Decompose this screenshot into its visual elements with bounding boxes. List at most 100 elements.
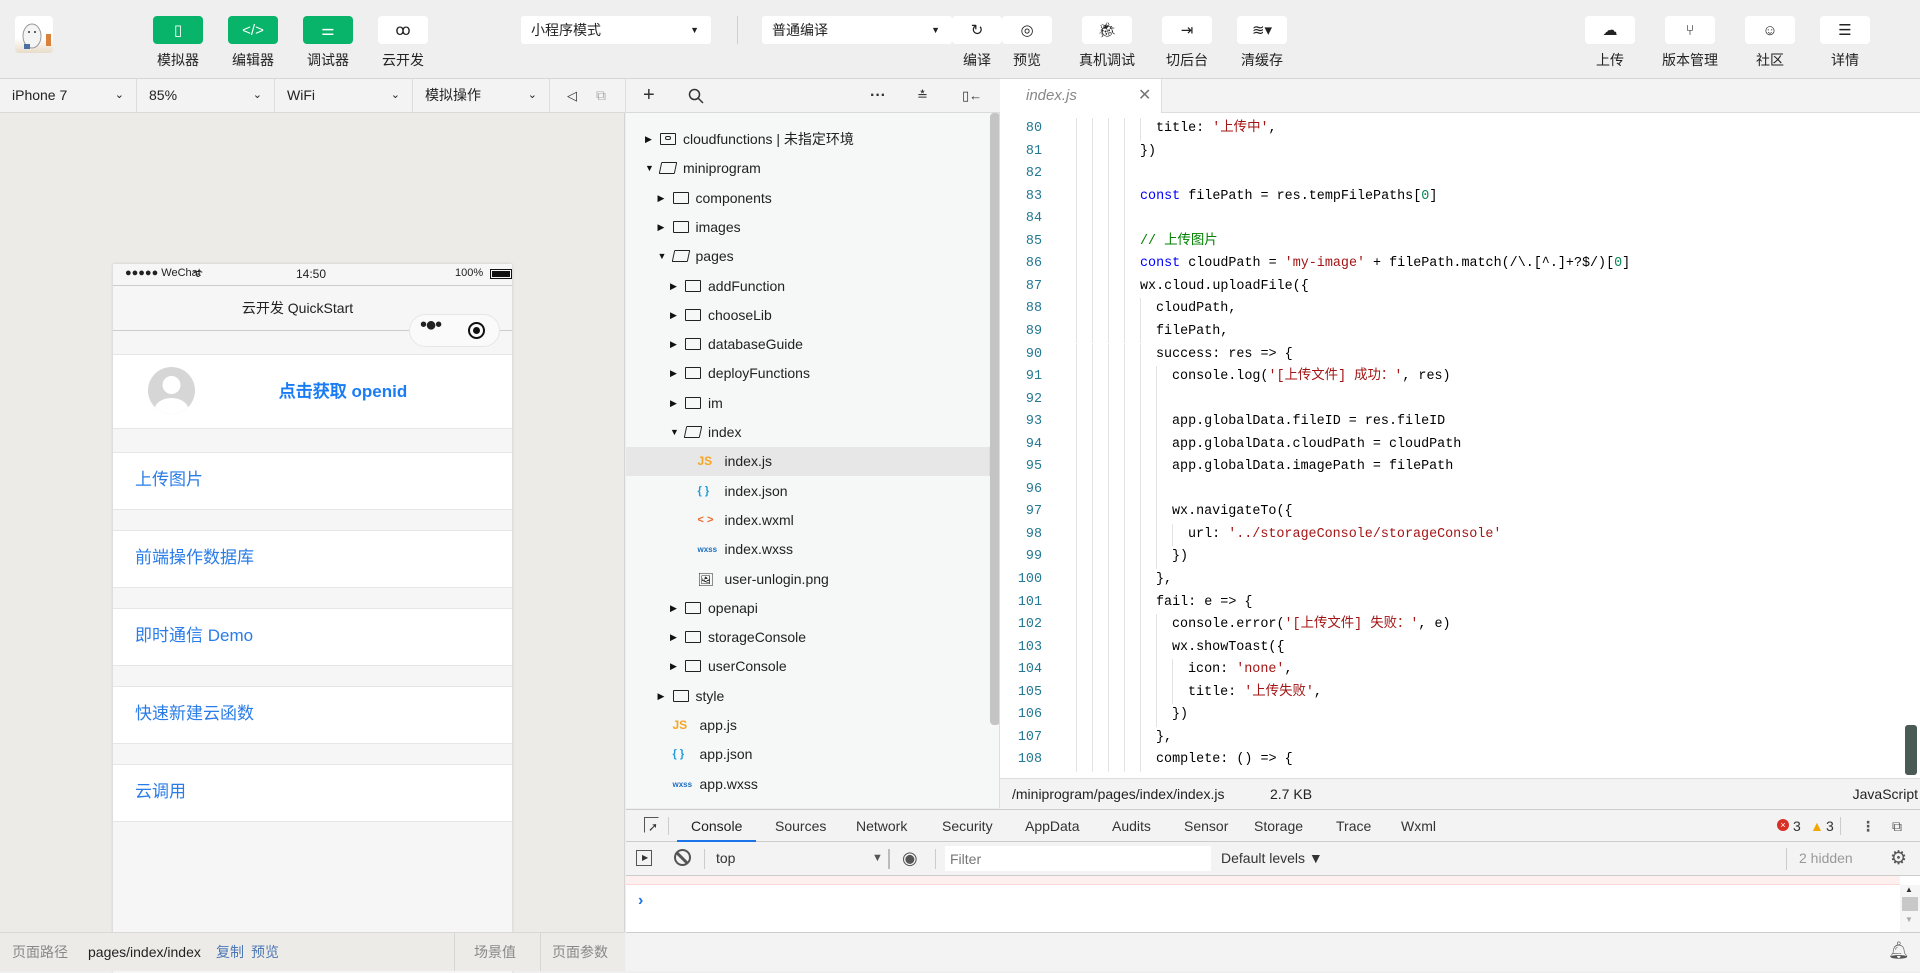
context-select[interactable]: top ▼ [706, 842, 888, 875]
tab-audits[interactable]: Audits [1112, 810, 1151, 842]
tree-item[interactable]: ▶ im [626, 389, 990, 418]
caret-right-icon[interactable]: ▶ [670, 652, 677, 681]
toolbar-button-5[interactable]: ≋▾ [1237, 16, 1287, 44]
caret-right-icon[interactable]: ▶ [658, 682, 665, 711]
caret-right-icon[interactable]: ▶ [670, 594, 677, 623]
tree-item[interactable]: ▶ chooseLib [626, 301, 990, 330]
capsule-menu[interactable]: •●• [409, 314, 500, 347]
more-icon[interactable]: ··· [870, 79, 886, 112]
tree-item[interactable]: ▼ index [626, 418, 990, 447]
toolbar-button-1[interactable]: ↻ [952, 16, 1002, 44]
compile-select[interactable]: 普通编译 ▼ [762, 16, 952, 44]
error-icon[interactable]: × [1777, 819, 1789, 831]
preview-link[interactable]: 预览 [251, 933, 279, 971]
caret-down-icon[interactable]: ▼ [645, 154, 654, 183]
tree-item[interactable]: ▼ pages [626, 242, 990, 271]
toolbar-button-3[interactable]: ☺ [1745, 16, 1795, 44]
tree-scrollbar[interactable] [990, 113, 999, 725]
caret-right-icon[interactable]: ▶ [658, 213, 665, 242]
console-output[interactable]: › ▲ ▼ [626, 876, 1920, 933]
caret-down-icon[interactable]: ▼ [658, 242, 667, 271]
menu-card[interactable]: 云调用 [113, 764, 512, 822]
mode-select[interactable]: 小程序模式 ▼ [521, 16, 711, 44]
scroll-down-icon[interactable]: ▼ [1905, 915, 1913, 924]
inspect-icon[interactable]: ➚ [644, 817, 659, 834]
add-file-icon[interactable]: + [643, 79, 655, 112]
error-count[interactable]: 3 [1793, 810, 1801, 842]
get-openid-button[interactable]: 点击获取 openid [223, 355, 463, 428]
sidebar-toggle-icon[interactable]: ▶ [636, 850, 652, 866]
tree-item[interactable]: { } app.json [626, 740, 990, 769]
page-params-button[interactable]: 页面参数 [552, 933, 608, 971]
toolbar-button-2[interactable]: ⑂ [1665, 16, 1715, 44]
tab-network[interactable]: Network [856, 810, 907, 842]
more-dots-icon[interactable]: •●• [420, 303, 442, 348]
tree-item[interactable]: { } index.json [626, 477, 990, 506]
tab-security[interactable]: Security [942, 810, 993, 842]
close-icon[interactable]: ✕ [1138, 79, 1151, 113]
tab-trace[interactable]: Trace [1336, 810, 1371, 842]
tree-item[interactable]: ▶ addFunction [626, 272, 990, 301]
tab-storage[interactable]: Storage [1254, 810, 1303, 842]
tree-item[interactable]: wxss index.wxss [626, 535, 990, 564]
tab-appdata[interactable]: AppData [1025, 810, 1079, 842]
caret-right-icon[interactable]: ▶ [645, 125, 652, 154]
tree-item[interactable]: ▶ openapi [626, 594, 990, 623]
tree-item[interactable]: ▶ components [626, 184, 990, 213]
caret-right-icon[interactable]: ▶ [670, 623, 677, 652]
console-prompt[interactable]: › [638, 892, 643, 910]
minimap-indicator[interactable] [1905, 725, 1917, 775]
tree-item[interactable]: ▶ databaseGuide [626, 330, 990, 359]
toolbar-button-2[interactable]: ◎ [1002, 16, 1052, 44]
speaker-icon[interactable]: ◁ [567, 79, 577, 112]
tree-item[interactable]: < > index.wxml [626, 506, 990, 535]
language-mode[interactable]: JavaScript [1853, 779, 1918, 809]
tree-item[interactable]: ▶ images [626, 213, 990, 242]
bell-icon[interactable]: 🔔︎ [1888, 941, 1910, 961]
tree-item[interactable]: ▼ miniprogram [626, 154, 990, 183]
menu-card[interactable]: 即时通信 Demo [113, 608, 512, 666]
tab-wxml[interactable]: Wxml [1401, 810, 1436, 842]
toolbar-button-2[interactable]: </> [228, 16, 278, 44]
tree-item[interactable]: JS index.js [626, 447, 990, 477]
scene-value-button[interactable]: 场景值 [474, 933, 516, 971]
tree-item[interactable]: wxss app.wxss [626, 770, 990, 799]
menu-card[interactable]: 前端操作数据库 [113, 530, 512, 588]
network-select[interactable]: WiFi ⌄ [275, 79, 413, 112]
tree-item[interactable]: ▶ userConsole [626, 652, 990, 681]
scroll-up-icon[interactable]: ▲ [1905, 885, 1913, 894]
console-scrollbar[interactable]: ▲ ▼ [1900, 885, 1920, 932]
kebab-menu-icon[interactable]: ⋮ [1861, 810, 1875, 842]
toolbar-button-3[interactable]: 🐞︎ [1082, 16, 1132, 44]
warning-icon[interactable]: ▲ [1810, 810, 1824, 842]
collapse-all-icon[interactable]: ≛ [917, 79, 928, 112]
caret-down-icon[interactable]: ▼ [670, 418, 679, 447]
code-editor[interactable]: 80 title: '上传中', 81}) 82 83 const filePath = … [1000, 113, 1920, 778]
scroll-thumb[interactable] [1902, 897, 1918, 911]
clear-console-icon[interactable] [674, 849, 691, 866]
close-target-icon[interactable] [468, 322, 485, 339]
tree-item[interactable]: ▶ style [626, 682, 990, 711]
eye-icon[interactable]: ◉ [902, 842, 918, 875]
device-select[interactable]: iPhone 7 ⌄ [0, 79, 137, 112]
toolbar-button-1[interactable]: ▯ [153, 16, 203, 44]
menu-card[interactable]: 上传图片 [113, 452, 512, 510]
tree-item[interactable]: ▶ storageConsole [626, 623, 990, 652]
toolbar-button-4[interactable]: ⇥ [1162, 16, 1212, 44]
operation-select[interactable]: 模拟操作 ⌄ [413, 79, 550, 112]
window-icon[interactable]: ⧉ [596, 79, 606, 112]
tab-index-js[interactable]: index.js ✕ [1000, 79, 1162, 113]
hide-tree-icon[interactable]: ▯← [962, 79, 982, 112]
warning-count[interactable]: 3 [1826, 810, 1834, 842]
caret-right-icon[interactable]: ▶ [670, 359, 677, 388]
menu-card[interactable]: 快速新建云函数 [113, 686, 512, 744]
caret-right-icon[interactable]: ▶ [670, 389, 677, 418]
log-levels-select[interactable]: Default levels ▼ [1221, 842, 1323, 875]
zoom-select[interactable]: 85% ⌄ [137, 79, 275, 112]
tree-item[interactable]: ▶ cloudfunctions | 未指定环境 [626, 125, 990, 154]
search-icon[interactable] [688, 79, 704, 112]
user-avatar[interactable] [15, 16, 53, 53]
tab-console[interactable]: Console [677, 810, 757, 842]
filter-input[interactable] [945, 846, 1211, 871]
tree-item[interactable]: ▶ deployFunctions [626, 359, 990, 388]
